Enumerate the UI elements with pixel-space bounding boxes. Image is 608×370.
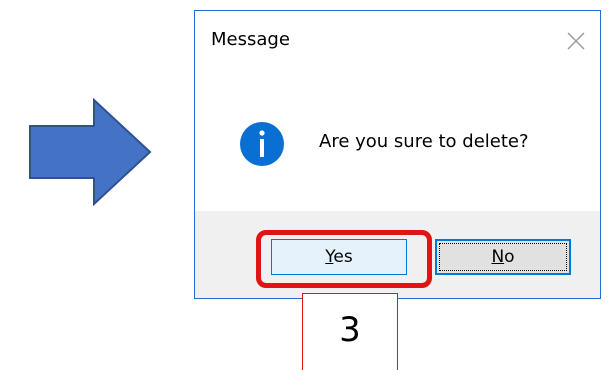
dialog-title: Message xyxy=(211,29,290,50)
message-dialog: Message Are you sure to delete? Yes No xyxy=(194,10,601,299)
dialog-titlebar: Message xyxy=(195,11,600,69)
yes-button-label: Yes xyxy=(325,247,353,267)
no-button[interactable]: No xyxy=(435,239,571,275)
tutorial-canvas: Message Are you sure to delete? Yes No 3 xyxy=(0,0,608,370)
arrow-right-icon xyxy=(29,98,152,206)
close-icon xyxy=(567,32,585,50)
dialog-message: Are you sure to delete? xyxy=(319,131,529,152)
no-button-label: No xyxy=(491,247,515,267)
step-label-box: 3 xyxy=(302,293,398,370)
dialog-content: Are you sure to delete? xyxy=(195,69,600,209)
close-button[interactable] xyxy=(556,21,596,61)
dialog-footer: Yes No xyxy=(195,211,600,298)
info-icon xyxy=(240,122,284,166)
step-number: 3 xyxy=(339,310,361,350)
yes-button[interactable]: Yes xyxy=(271,239,407,275)
